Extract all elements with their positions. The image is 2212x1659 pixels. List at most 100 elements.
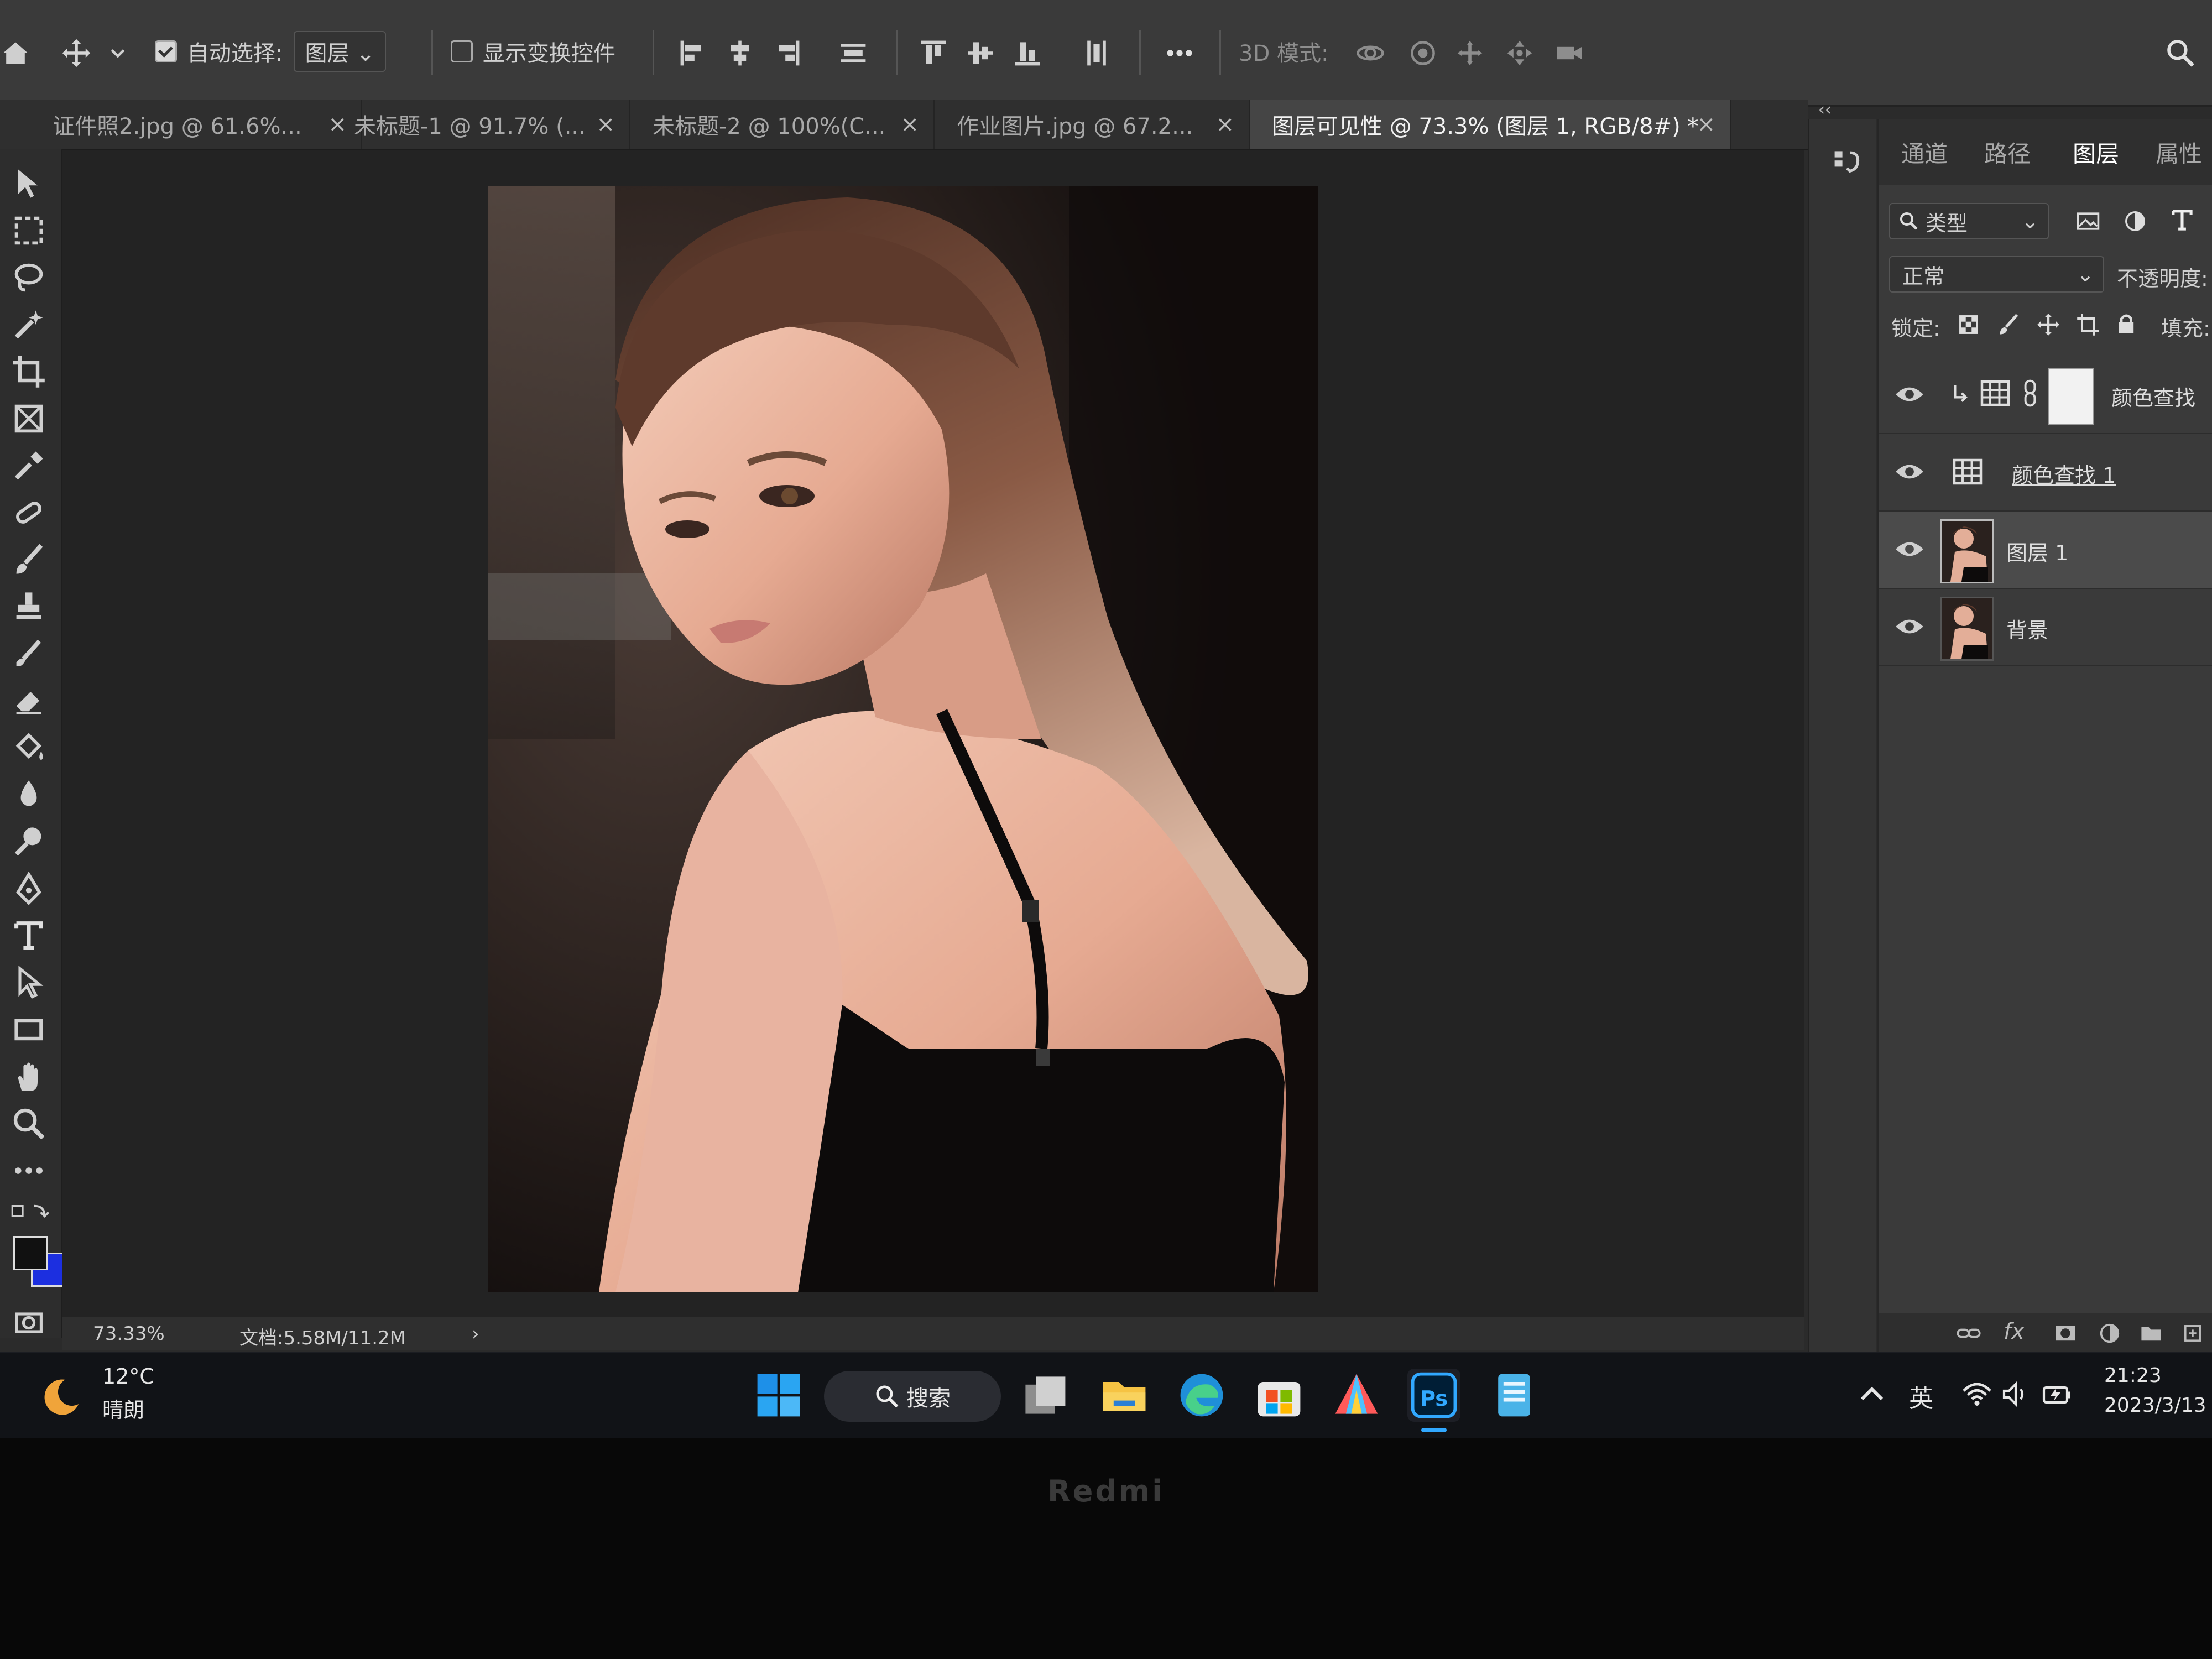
notepad-icon[interactable] — [1488, 1369, 1541, 1422]
close-icon[interactable]: × — [1697, 112, 1715, 137]
3d-slide-icon[interactable] — [1504, 38, 1535, 69]
clock-date[interactable]: 2023/3/13 — [2104, 1394, 2206, 1417]
layer-row-selected[interactable]: 图层 1 — [1879, 512, 2212, 589]
close-icon[interactable]: × — [596, 112, 615, 137]
align-bottom-icon[interactable] — [1012, 38, 1043, 69]
tab-channels[interactable]: 通道 — [1901, 135, 1948, 169]
move-tool-icon[interactable] — [11, 166, 46, 201]
close-icon[interactable]: × — [1215, 112, 1234, 137]
eraser-tool-icon[interactable] — [11, 683, 46, 718]
show-transform-checkbox[interactable] — [451, 40, 473, 62]
quick-select-tool-icon[interactable] — [11, 307, 46, 342]
crop-tool-icon[interactable] — [11, 354, 46, 389]
lasso-tool-icon[interactable] — [11, 260, 46, 295]
new-group-folder-icon[interactable] — [2139, 1321, 2163, 1345]
link-layers-icon[interactable] — [1957, 1321, 1981, 1345]
align-center-icon[interactable] — [724, 38, 755, 69]
new-adjustment-layer-icon[interactable] — [2098, 1321, 2122, 1345]
taskbar-search[interactable]: 搜索 — [824, 1371, 1001, 1422]
filter-adjustment-icon[interactable] — [2122, 208, 2148, 234]
eye-icon[interactable] — [1895, 615, 1924, 638]
3d-pan-icon[interactable] — [1454, 38, 1485, 69]
lock-artboard-icon[interactable] — [2076, 312, 2100, 337]
eye-icon[interactable] — [1895, 461, 1924, 483]
lock-transparent-icon[interactable] — [1957, 312, 1981, 337]
tab-document-1[interactable]: 证件照2.jpg @ 61.6%... × — [30, 100, 362, 149]
frame-tool-icon[interactable] — [11, 401, 46, 436]
paint-bucket-tool-icon[interactable] — [11, 730, 46, 765]
lock-pixels-brush-icon[interactable] — [1996, 312, 2021, 337]
new-layer-icon[interactable] — [2180, 1321, 2205, 1345]
volume-icon[interactable] — [1999, 1378, 2032, 1411]
3d-camera-icon[interactable] — [1554, 38, 1585, 69]
quick-mask-icon[interactable] — [11, 1305, 46, 1340]
auto-select-target-dropdown[interactable]: 图层 ⌄ — [294, 31, 386, 72]
add-mask-icon[interactable] — [2053, 1321, 2078, 1345]
healing-brush-tool-icon[interactable] — [11, 495, 46, 530]
eyedropper-tool-icon[interactable] — [11, 448, 46, 483]
distribute-vertical-icon[interactable] — [838, 38, 869, 69]
tab-layers[interactable]: 图层 — [2073, 135, 2119, 169]
blur-tool-icon[interactable] — [11, 777, 46, 812]
layer-row[interactable]: 颜色查找 — [1879, 357, 2212, 434]
rectangle-tool-icon[interactable] — [11, 1012, 46, 1047]
home-icon[interactable] — [0, 38, 31, 69]
lock-position-icon[interactable] — [2036, 312, 2060, 337]
tab-paths[interactable]: 路径 — [1984, 135, 2031, 169]
input-language[interactable]: 英 — [1909, 1379, 1933, 1414]
type-tool-icon[interactable] — [11, 918, 46, 953]
collapse-panels-icon[interactable]: ‹‹ — [1818, 100, 1832, 119]
weather-description[interactable]: 晴朗 — [102, 1393, 144, 1423]
align-middle-icon[interactable] — [965, 38, 996, 69]
wifi-icon[interactable] — [1960, 1378, 1994, 1411]
canvas-area[interactable] — [62, 150, 1804, 1328]
foreground-color-swatch[interactable] — [13, 1236, 48, 1270]
chevron-down-icon[interactable] — [108, 38, 128, 69]
distribute-horizontal-icon[interactable] — [1081, 38, 1112, 69]
layer-thumbnail[interactable] — [1940, 597, 1994, 661]
3d-orbit-icon[interactable] — [1355, 38, 1386, 69]
clone-stamp-tool-icon[interactable] — [11, 589, 46, 624]
pen-tool-icon[interactable] — [11, 871, 46, 906]
history-panel-icon[interactable] — [1832, 147, 1863, 178]
zoom-level[interactable]: 73.33% — [93, 1323, 165, 1345]
windows-start-icon[interactable] — [752, 1369, 805, 1422]
3d-roll-icon[interactable] — [1407, 38, 1438, 69]
marquee-tool-icon[interactable] — [11, 213, 46, 248]
layer-row[interactable]: 颜色查找 1 — [1879, 434, 2212, 512]
history-brush-tool-icon[interactable] — [11, 636, 46, 671]
align-left-icon[interactable] — [677, 38, 708, 69]
swap-colors-icon[interactable] — [11, 1200, 50, 1222]
fx-icon[interactable]: fx — [2004, 1319, 2025, 1344]
auto-select-checkbox[interactable] — [155, 40, 177, 62]
show-transform-option[interactable]: 显示变换控件 — [451, 27, 615, 76]
eye-icon[interactable] — [1895, 538, 1924, 560]
layer-mask-thumbnail[interactable] — [2048, 368, 2094, 425]
layer-thumbnail[interactable] — [1940, 519, 1994, 583]
dodge-tool-icon[interactable] — [11, 824, 46, 859]
microsoft-store-icon[interactable] — [1253, 1369, 1306, 1422]
weather-temperature[interactable]: 12°C — [102, 1364, 154, 1389]
tab-document-4[interactable]: 作业图片.jpg @ 67.2... × — [935, 100, 1250, 149]
layer-row[interactable]: 背景 — [1879, 589, 2212, 666]
battery-icon[interactable] — [2041, 1378, 2074, 1411]
hand-tool-icon[interactable] — [11, 1059, 46, 1094]
file-explorer-icon[interactable] — [1098, 1369, 1151, 1422]
close-icon[interactable]: × — [900, 112, 919, 137]
filter-kind-dropdown[interactable]: 类型 ⌄ — [1889, 203, 2049, 239]
filter-type-icon[interactable] — [2169, 207, 2195, 233]
align-right-icon[interactable] — [771, 38, 802, 69]
chevron-up-icon[interactable] — [1855, 1378, 1888, 1411]
path-selection-tool-icon[interactable] — [11, 965, 46, 1000]
align-top-icon[interactable] — [918, 38, 949, 69]
auto-select-option[interactable]: 自动选择: 图层 ⌄ — [155, 27, 386, 76]
more-options-icon[interactable] — [1164, 38, 1195, 69]
blend-mode-dropdown[interactable]: 正常 ⌄ — [1889, 256, 2104, 293]
clock-time[interactable]: 21:23 — [2104, 1364, 2162, 1387]
tab-document-2[interactable]: 未标题-1 @ 91.7% (... × — [332, 100, 630, 149]
photoshop-app-icon[interactable]: Ps — [1407, 1369, 1460, 1422]
search-icon[interactable] — [2165, 38, 2196, 69]
filter-pixel-icon[interactable] — [2075, 208, 2101, 234]
document-canvas-photo[interactable] — [488, 186, 1318, 1292]
task-view-icon[interactable] — [1018, 1369, 1071, 1422]
